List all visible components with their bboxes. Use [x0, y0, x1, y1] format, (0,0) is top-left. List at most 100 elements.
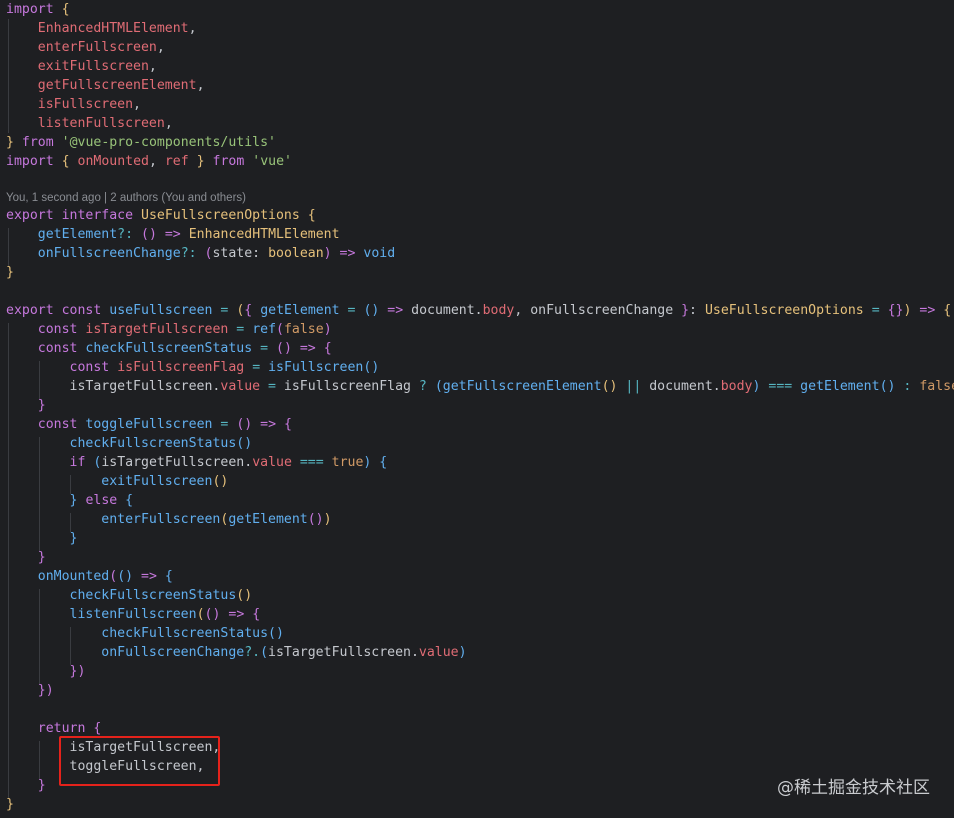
code-token: () — [204, 607, 221, 622]
code-token: => — [919, 303, 936, 318]
code-token: { — [61, 2, 70, 17]
code-line: } — [6, 776, 46, 795]
code-token: onFullscreenChange — [101, 645, 245, 660]
code-token: if — [69, 455, 86, 470]
code-token: value — [418, 645, 459, 660]
code-line: exitFullscreen, — [6, 57, 157, 76]
code-line: } — [6, 529, 78, 548]
code-token: checkFullscreenStatus — [101, 626, 269, 641]
code-token: isTargetFullscreen. — [6, 379, 221, 394]
code-line: const isTargetFullscreen = ref(false) — [6, 320, 332, 339]
code-token: value — [220, 379, 261, 394]
code-token: } — [6, 135, 14, 150]
code-token: isTargetFullscreen. — [268, 645, 419, 660]
code-token: ( — [434, 379, 443, 394]
code-line: export const useFullscreen = ({ getEleme… — [6, 301, 951, 320]
code-token: || — [625, 379, 642, 394]
code-token: body — [482, 303, 515, 318]
code-token: { — [252, 607, 261, 622]
code-token: ( — [276, 322, 284, 337]
code-token: { — [93, 721, 102, 736]
code-token: () — [879, 379, 896, 394]
code-token: 'vue' — [252, 154, 292, 169]
code-token: const — [37, 341, 78, 356]
code-token: () — [307, 512, 324, 527]
code-line: }) — [6, 662, 86, 681]
code-token: = — [347, 303, 356, 318]
code-token: ?: — [180, 246, 197, 261]
code-token: () — [601, 379, 618, 394]
code-token: checkFullscreenStatus — [85, 341, 253, 356]
code-token: getElement — [37, 227, 118, 242]
code-token: checkFullscreenStatus — [69, 588, 237, 603]
code-line: isTargetFullscreen.value = isFullscreenF… — [6, 377, 954, 396]
code-token: = — [268, 379, 276, 394]
code-token: const — [61, 303, 102, 318]
code-token: getFullscreenElement — [442, 379, 602, 394]
code-token: => — [164, 227, 181, 242]
code-token: , onFullscreenChange — [514, 303, 682, 318]
code-token: ) — [458, 645, 467, 660]
code-token: else — [85, 493, 118, 508]
code-line: getElement?: () => EnhancedHTMLElement — [6, 225, 340, 244]
code-token: () — [268, 626, 284, 641]
code-token: }) — [69, 664, 86, 679]
code-token: === — [299, 455, 324, 470]
code-token: ?. — [244, 645, 261, 660]
code-token: } — [6, 265, 14, 280]
code-line: checkFullscreenStatus() — [6, 624, 284, 643]
code-token: => — [141, 569, 157, 584]
code-token: enterFullscreen — [101, 512, 221, 527]
code-editor[interactable]: import { EnhancedHTMLElement, enterFulls… — [0, 0, 954, 818]
code-token: , — [148, 154, 165, 169]
code-token: { — [307, 208, 316, 223]
code-line: }) — [6, 681, 54, 700]
code-token: onMounted — [37, 569, 110, 584]
code-token: ?: — [117, 227, 134, 242]
code-token: => — [387, 303, 404, 318]
code-token: () — [363, 303, 380, 318]
code-token: from — [21, 135, 54, 150]
code-token: } — [681, 303, 690, 318]
code-token: document. — [403, 303, 483, 318]
code-line: listenFullscreen, — [6, 114, 173, 133]
code-token: getElement — [800, 379, 880, 394]
code-token: getElement — [260, 303, 340, 318]
highlight-box — [59, 736, 220, 786]
code-line: } — [6, 548, 46, 567]
code-token: ) — [323, 322, 332, 337]
code-token: => — [339, 246, 356, 261]
code-token: () — [236, 588, 253, 603]
code-token: = — [871, 303, 880, 318]
code-token: getElement — [228, 512, 308, 527]
code-token: return — [37, 721, 86, 736]
code-token: onMounted — [77, 154, 149, 169]
